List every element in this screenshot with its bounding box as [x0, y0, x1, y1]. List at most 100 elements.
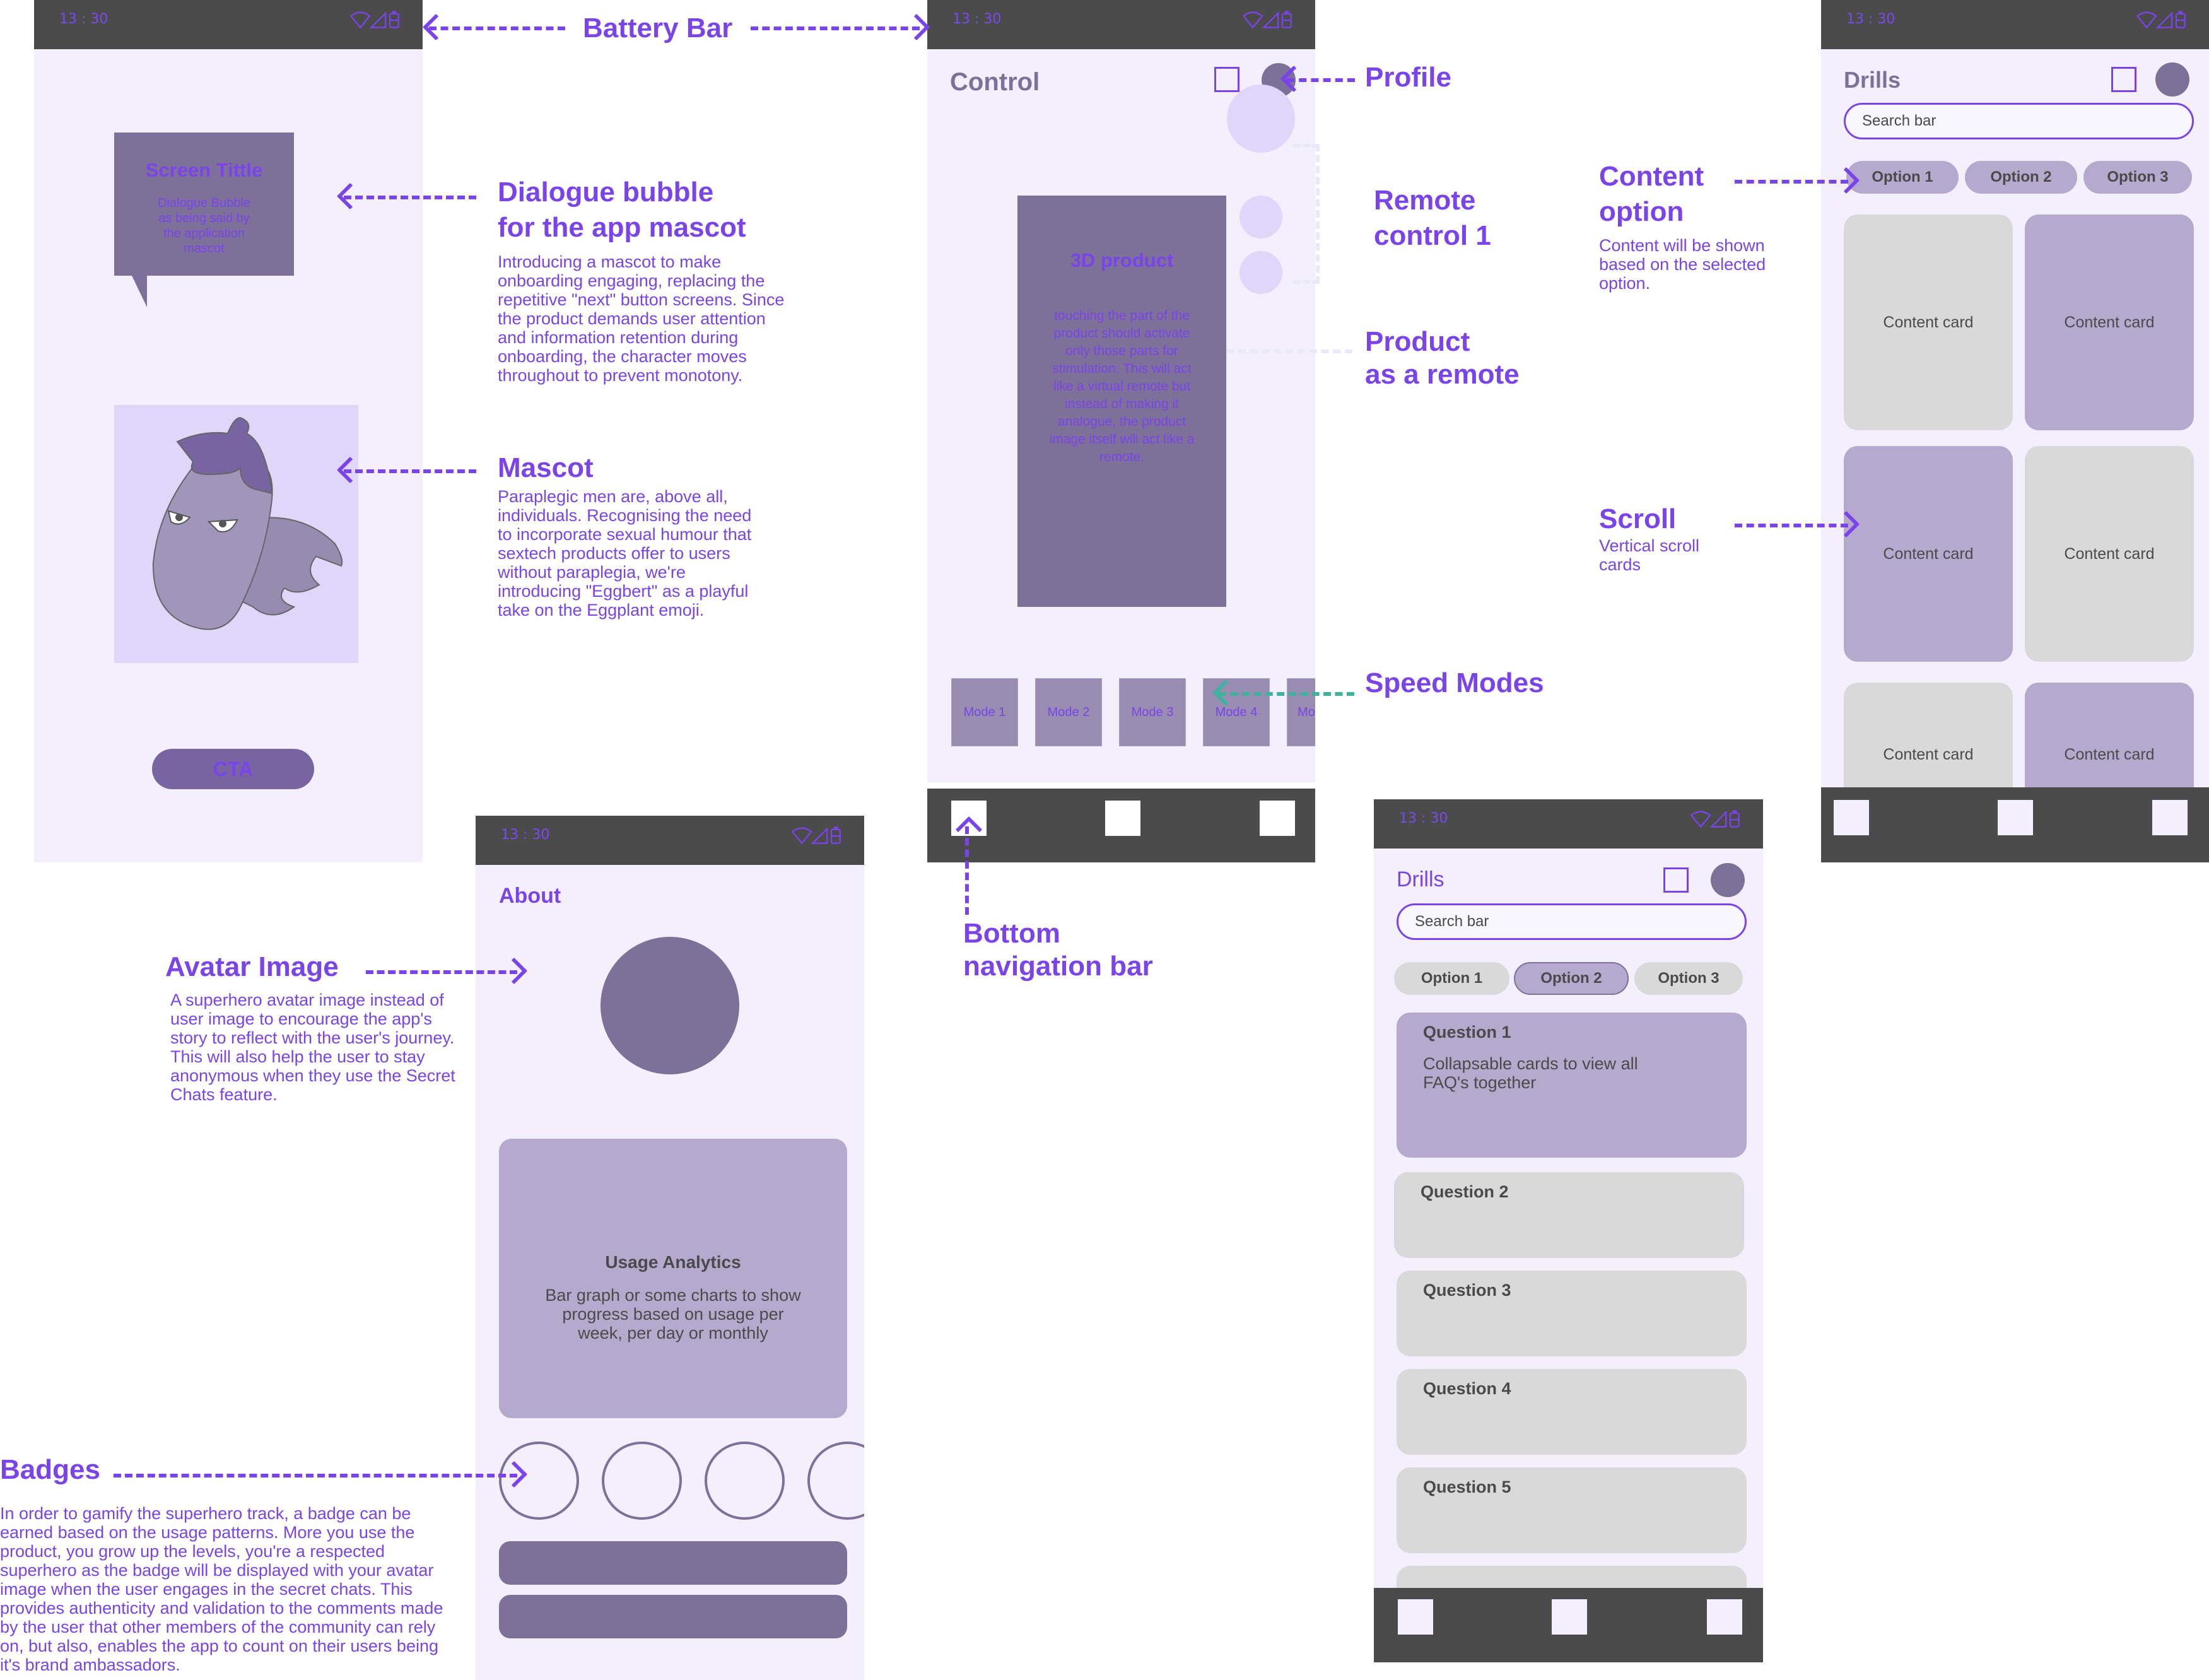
mascot-image [114, 405, 358, 663]
drills-faq-screen: 13 : 30 Drills Search bar Option 1 Optio… [1374, 799, 1763, 1662]
status-bar: 13 : 30 [927, 0, 1315, 49]
nav-home-button[interactable] [1398, 1599, 1433, 1635]
mode-button[interactable]: Mode 5 [1287, 678, 1315, 746]
mode-button[interactable]: Mode 1 [951, 678, 1018, 746]
option-chip[interactable]: Option 3 [1634, 962, 1743, 995]
annotation-badges: Badges [0, 1454, 100, 1485]
status-icons [350, 10, 399, 28]
annotation-battery-bar: Battery Bar [583, 13, 733, 44]
arrow-right-icon [903, 13, 930, 41]
faq-card[interactable]: Question 4 [1397, 1369, 1747, 1455]
remote-button-small-2[interactable] [1239, 251, 1282, 294]
search-input[interactable]: Search bar [1844, 103, 2194, 139]
mode-button[interactable]: Mode 2 [1035, 678, 1102, 746]
nav-center-button[interactable] [1552, 1599, 1587, 1635]
connector-line [429, 26, 565, 30]
annotation-scroll-desc: Vertical scroll cards [1599, 536, 1700, 574]
notification-icon[interactable] [1214, 67, 1239, 92]
avatar-image[interactable] [601, 937, 739, 1074]
option-chip-selected[interactable]: Option 2 [1514, 962, 1629, 995]
annotation-scroll: Scroll [1599, 503, 1677, 534]
bottom-nav-bar [927, 789, 1315, 862]
page-title: About [499, 884, 561, 908]
option-chip[interactable]: Option 1 [1846, 161, 1959, 194]
nav-right-button[interactable] [2152, 800, 2188, 835]
annotation-dialogue-title-2: for the app mascot [498, 212, 746, 243]
option-chip[interactable]: Option 3 [2083, 161, 2192, 194]
search-input[interactable]: Search bar [1397, 903, 1747, 940]
faq-card-expanded[interactable]: Question 1 Collapsable cards to view all… [1397, 1013, 1747, 1158]
profile-avatar[interactable] [2155, 62, 2189, 97]
status-icons [792, 826, 841, 844]
status-time: 13 : 30 [1399, 811, 1448, 826]
bubble-title: Screen Tittle [145, 159, 263, 181]
faq-card[interactable]: Question 3 [1397, 1271, 1747, 1356]
content-card[interactable]: Content card [1844, 214, 2013, 430]
nav-center-button[interactable] [1105, 801, 1140, 836]
faq-question: Question 2 [1421, 1182, 1509, 1201]
mode-button[interactable]: Mode 4 [1203, 678, 1270, 746]
about-screen: 13 : 30 About Usage Analytics Bar graph … [476, 816, 864, 1680]
status-bar: 13 : 30 [1821, 0, 2209, 49]
annotation-content-option-2: option [1599, 196, 1684, 227]
annotation-content-option-desc: Content will be shown based on the selec… [1599, 236, 1766, 293]
status-bar: 13 : 30 [476, 816, 864, 865]
status-time: 13 : 30 [952, 11, 1002, 27]
remote-button-large[interactable] [1227, 85, 1295, 153]
connector-line [751, 26, 920, 30]
3d-product-view[interactable]: 3D product touching the part of the prod… [1017, 196, 1226, 607]
annotation-profile: Profile [1365, 62, 1451, 93]
analytics-title: Usage Analytics [605, 1252, 741, 1272]
annotation-remote-control-2: control 1 [1374, 220, 1491, 251]
profile-avatar[interactable] [1711, 863, 1745, 897]
annotation-badges-desc: In order to gamify the superhero track, … [0, 1504, 443, 1674]
annotation-product-remote-2: as a remote [1365, 359, 1520, 390]
page-title: Drills [1844, 67, 1901, 93]
connector-line [1226, 350, 1352, 353]
status-time: 13 : 30 [501, 827, 550, 843]
bubble-tail [132, 276, 147, 307]
about-button-1[interactable] [499, 1541, 847, 1585]
nav-home-button[interactable] [1834, 800, 1869, 835]
status-icons [1243, 10, 1292, 28]
connector-line [344, 196, 476, 199]
nav-right-button[interactable] [1707, 1599, 1742, 1635]
badge[interactable] [602, 1442, 682, 1520]
nav-center-button[interactable] [1998, 800, 2033, 835]
connector-line [965, 826, 969, 915]
annotation-mascot-desc: Paraplegic men are, above all, individua… [498, 487, 752, 620]
annotation-dialogue-title: Dialogue bubble [498, 177, 714, 208]
annotation-avatar-desc: A superhero avatar image instead of user… [170, 990, 455, 1104]
content-card[interactable]: Content card [2025, 214, 2194, 430]
product-title: 3D product [1070, 249, 1174, 271]
usage-analytics-card[interactable]: Usage Analytics Bar graph or some charts… [499, 1139, 847, 1418]
faq-question: Question 4 [1423, 1379, 1511, 1398]
connector-line [114, 1474, 517, 1477]
status-icons [1690, 809, 1740, 828]
status-time: 13 : 30 [1846, 11, 1896, 27]
status-bar: 13 : 30 [34, 0, 423, 49]
mode-button[interactable]: Mode 3 [1119, 678, 1186, 746]
connector-line [366, 970, 517, 974]
connector-line [1287, 78, 1355, 82]
nav-right-button[interactable] [1260, 801, 1295, 836]
content-card[interactable]: Content card [1844, 446, 2013, 662]
badge[interactable] [807, 1442, 864, 1520]
status-icons [2136, 10, 2186, 28]
faq-card[interactable]: Question 2 [1394, 1172, 1744, 1258]
option-chip[interactable]: Option 1 [1394, 962, 1509, 995]
page-title: Drills [1397, 867, 1444, 891]
faq-card[interactable]: Question 5 [1397, 1467, 1747, 1553]
option-chip[interactable]: Option 2 [1965, 161, 2077, 194]
annotation-avatar: Avatar Image [165, 951, 339, 982]
cta-button[interactable]: CTA [152, 749, 314, 789]
notification-icon[interactable] [1663, 867, 1689, 893]
bottom-nav-bar [1821, 787, 2209, 862]
notification-icon[interactable] [2111, 67, 2136, 92]
about-button-2[interactable] [499, 1595, 847, 1638]
annotation-product-remote: Product [1365, 326, 1470, 357]
content-card[interactable]: Content card [2025, 446, 2194, 662]
badge[interactable] [705, 1442, 785, 1520]
remote-button-small-1[interactable] [1239, 196, 1282, 238]
annotation-content-option: Content [1599, 161, 1704, 192]
